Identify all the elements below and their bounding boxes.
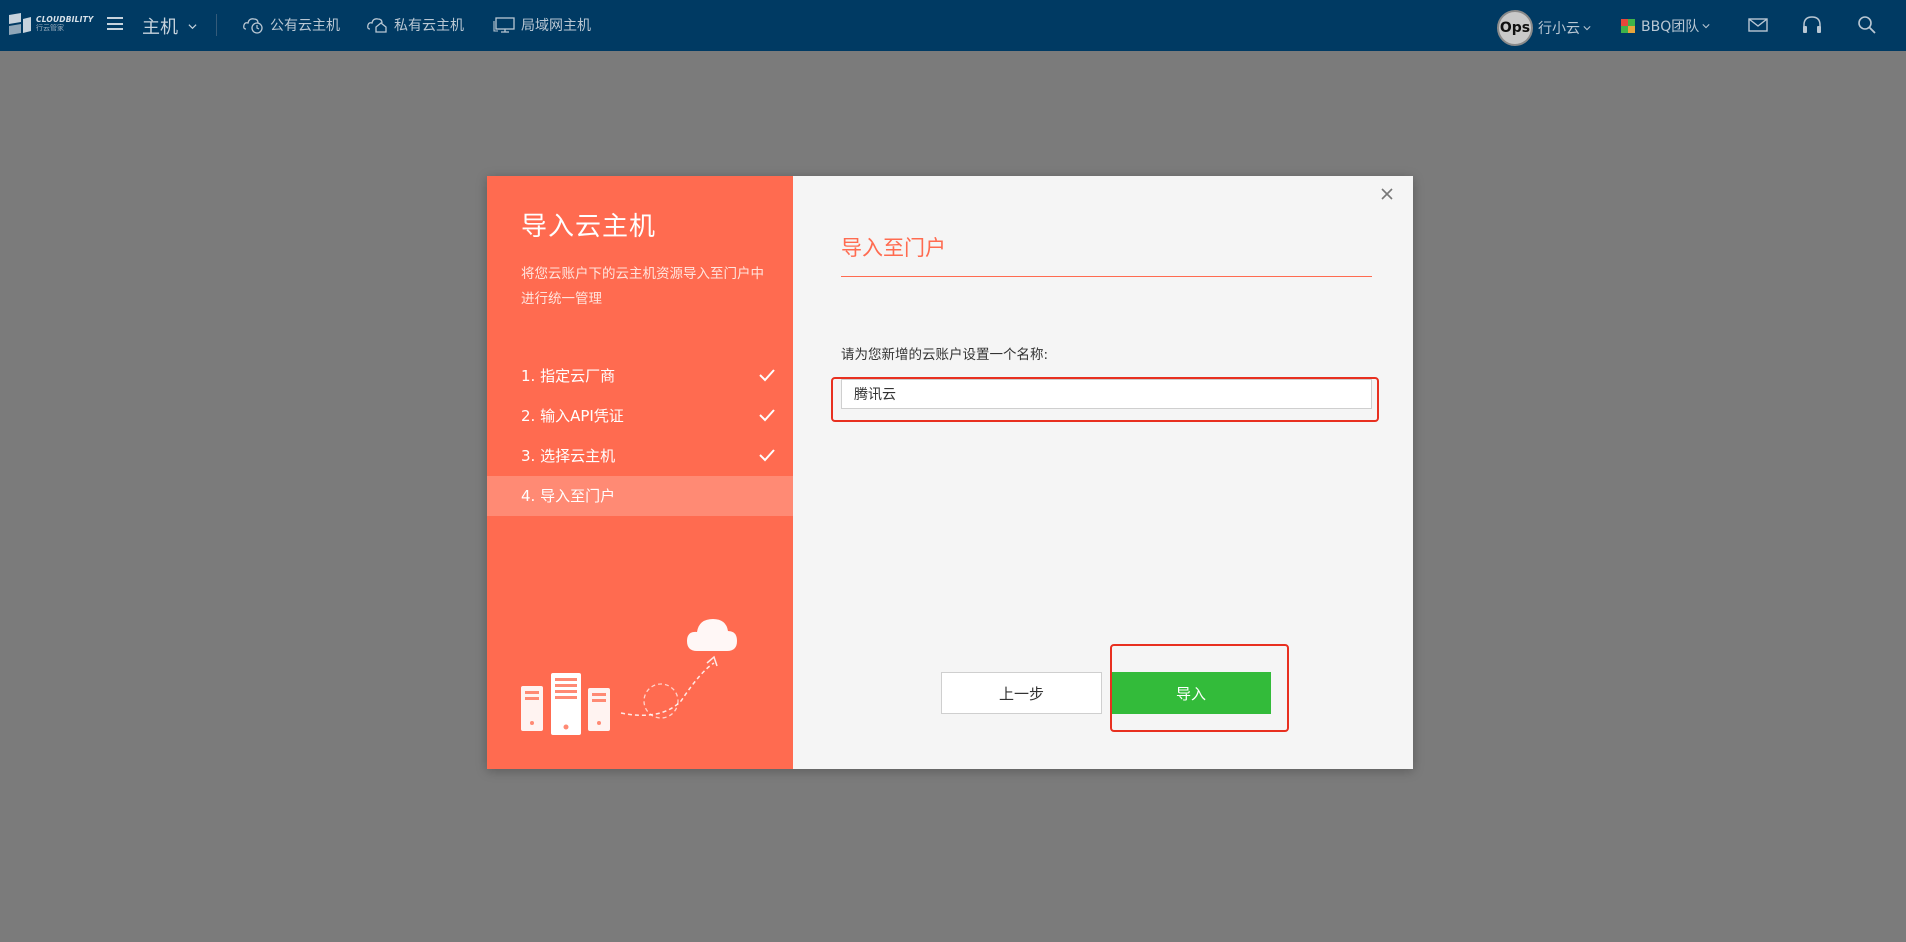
nav-public-cloud-host[interactable]: 公有云主机 (242, 15, 340, 35)
team-icon (1621, 19, 1635, 33)
account-name-input[interactable] (841, 379, 1372, 409)
private-cloud-icon (367, 18, 387, 33)
import-button[interactable]: 导入 (1111, 672, 1271, 714)
wizard-title: 导入云主机 (521, 212, 657, 242)
chevron-down-icon (1583, 26, 1591, 31)
hamburger-menu-icon[interactable] (107, 17, 123, 30)
lan-host-icon (493, 17, 515, 33)
close-button[interactable] (1377, 184, 1397, 204)
step-label: 2. 输入API凭证 (521, 407, 624, 425)
wizard-sidebar: 导入云主机 将您云账户下的云主机资源导入至门户中进行统一管理 1. 指定云厂商 … (487, 176, 793, 769)
import-cloud-host-dialog: 导入云主机 将您云账户下的云主机资源导入至门户中进行统一管理 1. 指定云厂商 … (487, 176, 1413, 769)
module-label: 主机 (142, 17, 178, 38)
server-cloud-illustration (521, 619, 737, 735)
nav-public-label: 公有云主机 (270, 18, 340, 34)
logo[interactable]: CLOUDBILITY 行云管家 (7, 9, 99, 39)
mail-icon[interactable] (1747, 15, 1769, 35)
section-title: 导入至门户 (841, 236, 946, 260)
step-label: 1. 指定云厂商 (521, 367, 616, 385)
user-name: 行小云 (1538, 21, 1580, 37)
step-select-host[interactable]: 3. 选择云主机 (487, 436, 793, 476)
logo-icon (7, 11, 33, 37)
team-name: BBQ团队 (1641, 19, 1700, 35)
wizard-content: 导入至门户 请为您新增的云账户设置一个名称: 上一步 导入 (793, 176, 1413, 769)
step-api-credential[interactable]: 2. 输入API凭证 (487, 396, 793, 436)
nav-lan-host[interactable]: 局域网主机 (493, 15, 591, 35)
team-switcher[interactable]: BBQ团队 (1621, 16, 1710, 36)
check-icon (759, 409, 775, 422)
account-name-label: 请为您新增的云账户设置一个名称: (841, 347, 1049, 363)
close-icon (1381, 188, 1393, 200)
title-divider (841, 276, 1372, 277)
step-specify-vendor[interactable]: 1. 指定云厂商 (487, 356, 793, 396)
check-icon (759, 369, 775, 382)
module-switcher[interactable]: 主机 (142, 13, 197, 39)
logo-text-cn: 行云管家 (36, 24, 64, 33)
step-label: 4. 导入至门户 (521, 487, 616, 505)
step-label: 3. 选择云主机 (521, 447, 616, 465)
logo-text-en: CLOUDBILITY (36, 14, 94, 24)
search-icon[interactable] (1856, 15, 1878, 35)
avatar: Ops (1497, 10, 1533, 46)
nav-lan-label: 局域网主机 (521, 18, 591, 34)
header-divider (216, 14, 217, 36)
check-icon (759, 449, 775, 462)
nav-private-label: 私有云主机 (394, 18, 464, 34)
step-import-portal[interactable]: 4. 导入至门户 (487, 476, 793, 516)
cloud-host-icon (243, 18, 263, 34)
chevron-down-icon (188, 23, 197, 29)
chevron-down-icon (1702, 24, 1710, 29)
previous-step-button[interactable]: 上一步 (941, 672, 1102, 714)
headset-icon[interactable] (1801, 15, 1823, 35)
user-menu[interactable]: Ops 行小云 (1497, 10, 1591, 46)
wizard-steps: 1. 指定云厂商 2. 输入API凭证 3. 选择云主机 4. 导入至门户 (487, 356, 793, 516)
nav-private-cloud-host[interactable]: 私有云主机 (366, 15, 464, 35)
top-navbar: CLOUDBILITY 行云管家 主机 公有云主机 私有云主机 局域网主机 Op… (0, 0, 1906, 51)
wizard-description: 将您云账户下的云主机资源导入至门户中进行统一管理 (521, 266, 764, 307)
